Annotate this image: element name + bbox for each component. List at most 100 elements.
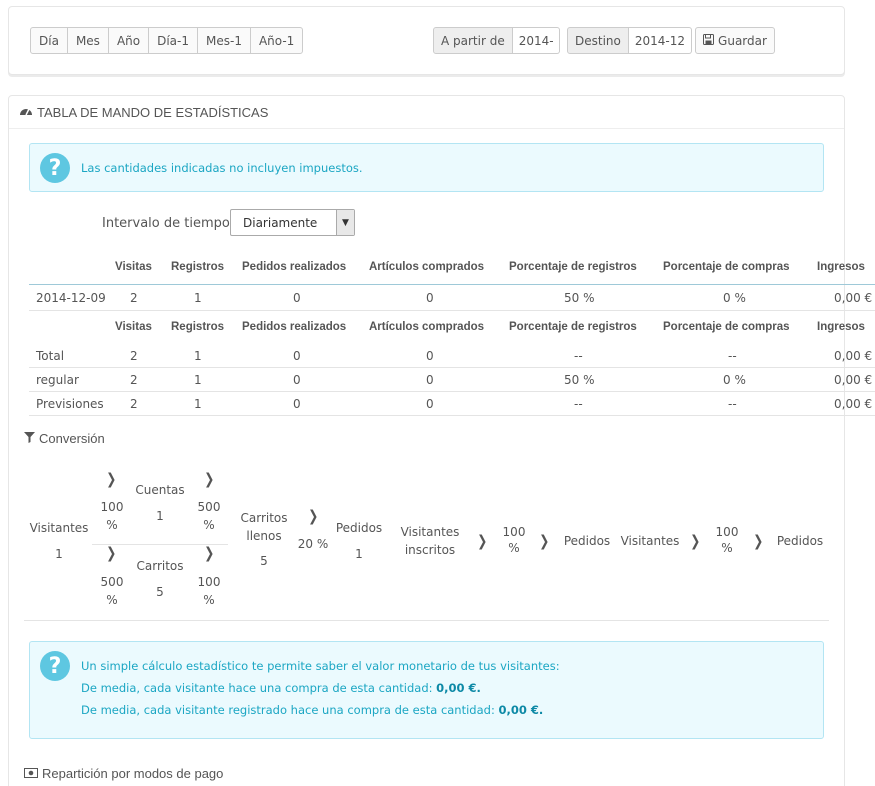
header-registrations: Registros <box>171 261 225 273</box>
date-toolbar-panel: Día Mes Año Día-1 Mes-1 Año-1 A partir d… <box>8 6 845 75</box>
row-visits: 2 <box>130 397 138 411</box>
header-revenue: Ingresos <box>817 261 865 273</box>
row-orders: 0 <box>293 349 301 363</box>
chevron-right-icon: ❯ <box>308 507 319 525</box>
row-registrations: 1 <box>194 291 202 305</box>
row-registrations: 1 <box>194 349 202 363</box>
month-button[interactable]: Mes <box>66 27 109 54</box>
pct-visitors-carts: 500 % <box>100 575 124 607</box>
divider <box>29 367 875 368</box>
chevron-right-icon: ❯ <box>753 532 764 550</box>
row-purchase-rate: -- <box>728 349 737 363</box>
divider <box>29 415 875 416</box>
row-date: 2014-12-09 <box>36 291 106 305</box>
row-orders: 0 <box>293 291 301 305</box>
payment-section-title: Repartición por modos de pago <box>24 766 223 781</box>
period-button-group: Día Mes Año Día-1 Mes-1 Año-1 <box>30 27 304 54</box>
divider <box>29 284 875 285</box>
value-notice-line3: De media, cada visitante registrado hace… <box>81 703 543 717</box>
row-registrations: 1 <box>194 397 202 411</box>
orders-label-3: Pedidos <box>776 534 824 548</box>
chevron-right-icon: ❯ <box>204 470 215 488</box>
interval-select[interactable]: Diariamente ▼ <box>230 209 355 236</box>
row-orders: 0 <box>293 397 301 411</box>
panel-heading: TABLA DE MANDO DE ESTADÍSTICAS <box>9 96 844 129</box>
accounts-block: Cuentas 1 <box>130 480 190 526</box>
row-revenue: 0,00 € <box>834 291 873 305</box>
header-items: Artículos comprados <box>369 321 485 333</box>
pct-visitors-accounts: 100 % <box>100 500 124 532</box>
floppy-disk-icon <box>703 33 715 48</box>
pct-registered-orders: 100 % <box>502 525 526 555</box>
row-registration-rate: -- <box>574 397 583 411</box>
row-visits: 2 <box>130 373 138 387</box>
full-carts-label: Carritos llenos <box>240 511 288 543</box>
previous-month-button[interactable]: Mes-1 <box>197 27 251 54</box>
row-label: regular <box>36 373 79 387</box>
date-from-group: A partir de 2014- <box>433 27 560 54</box>
header-revenue: Ingresos <box>817 321 865 333</box>
date-from-input[interactable]: 2014- <box>512 27 560 54</box>
row-label: Total <box>36 349 65 363</box>
conversion-title: Conversión <box>39 431 105 446</box>
year-button[interactable]: Año <box>107 27 150 54</box>
row-revenue: 0,00 € <box>834 373 873 387</box>
pct-full-orders: 20 % <box>297 537 329 551</box>
row-purchase-rate: 0 % <box>723 291 746 305</box>
row-items: 0 <box>426 373 434 387</box>
save-button[interactable]: Guardar <box>695 27 775 54</box>
chevron-right-icon: ❯ <box>106 544 117 562</box>
visitors-label-2: Visitantes <box>620 534 680 548</box>
divider <box>29 391 875 392</box>
previous-year-button[interactable]: Año-1 <box>249 27 304 54</box>
funnel-filter-icon <box>24 431 35 446</box>
header-registration-rate: Porcentaje de registros <box>509 261 637 273</box>
value-notice-line3-value: 0,00 €. <box>498 703 544 717</box>
full-carts-value: 5 <box>260 554 268 568</box>
accounts-value: 1 <box>156 509 164 523</box>
panel-title: TABLA DE MANDO DE ESTADÍSTICAS <box>37 104 269 120</box>
row-items: 0 <box>426 291 434 305</box>
date-to-input[interactable]: 2014-12 <box>628 27 692 54</box>
carts-block: Carritos 5 <box>130 556 190 602</box>
dashboard-gauge-icon <box>19 105 33 119</box>
chevron-right-icon: ❯ <box>106 470 117 488</box>
question-circle-icon: ? <box>40 651 70 681</box>
row-revenue: 0,00 € <box>834 349 873 363</box>
divider <box>24 620 829 621</box>
save-button-label: Guardar <box>718 33 767 48</box>
visitors-label: Visitantes <box>29 521 89 535</box>
pct-visitors-orders: 100 % <box>715 525 739 555</box>
row-label: Previsiones <box>36 397 104 411</box>
chevron-right-icon: ❯ <box>477 532 488 550</box>
registered-visitors-label: Visitantes inscritos <box>400 525 460 557</box>
full-carts-block: Carritos llenos 5 <box>236 509 292 570</box>
row-registration-rate: -- <box>574 349 583 363</box>
carts-value: 5 <box>156 585 164 599</box>
value-notice-line2: De media, cada visitante hace una compra… <box>81 681 481 695</box>
chevron-right-icon: ❯ <box>204 544 215 562</box>
visitor-value-alert: ? Un simple cálculo estadístico te permi… <box>29 641 824 739</box>
orders-label: Pedidos <box>335 521 383 535</box>
interval-selected-value: Diariamente <box>243 215 318 230</box>
accounts-label: Cuentas <box>135 483 185 497</box>
caret-down-icon: ▼ <box>336 210 354 235</box>
orders-label-2: Pedidos <box>563 534 611 548</box>
value-notice-line1: Un simple cálculo estadístico te permite… <box>81 659 560 673</box>
previous-day-button[interactable]: Día-1 <box>148 27 198 54</box>
conversion-section-title: Conversión <box>24 431 105 446</box>
chevron-right-icon: ❯ <box>539 532 550 550</box>
value-notice-line3-text: De media, cada visitante registrado hace… <box>81 703 495 717</box>
question-circle-icon: ? <box>40 153 70 183</box>
date-from-label: A partir de <box>433 27 513 54</box>
row-purchase-rate: 0 % <box>723 373 746 387</box>
header-visits: Visitas <box>115 261 152 273</box>
orders-block: Pedidos 1 <box>332 518 386 564</box>
visitors-value: 1 <box>55 547 63 561</box>
payment-title: Repartición por modos de pago <box>42 766 224 781</box>
value-notice-line2-text: De media, cada visitante hace una compra… <box>81 681 433 695</box>
day-button[interactable]: Día <box>30 27 68 54</box>
pct-accounts-carts: 500 % <box>197 500 221 532</box>
row-visits: 2 <box>130 349 138 363</box>
row-registrations: 1 <box>194 373 202 387</box>
